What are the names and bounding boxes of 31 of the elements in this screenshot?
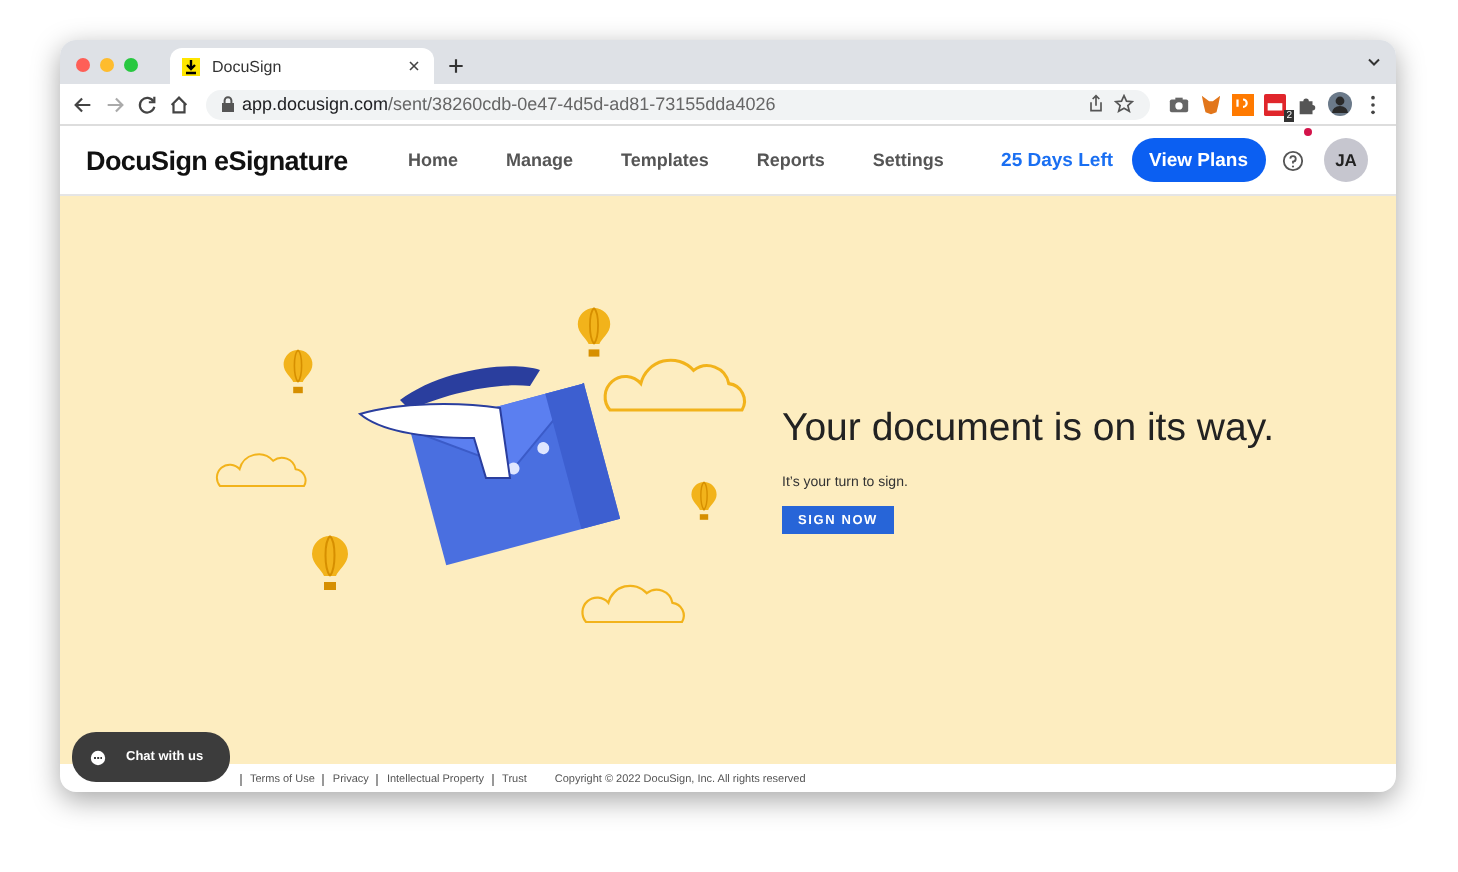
help-icon[interactable] — [1282, 149, 1304, 171]
tab-title: DocuSign — [212, 57, 284, 75]
puzzle-icon[interactable] — [1296, 93, 1318, 115]
address-bar[interactable]: app.docusign.com/sent/38260cdb-0e47-4d5d-ad81-73155dda4026 — [206, 89, 1150, 119]
profile-avatar[interactable] — [1328, 92, 1352, 116]
nav-link[interactable]: Manage — [506, 150, 574, 170]
lock-icon — [222, 96, 234, 112]
calendar-icon[interactable] — [1264, 93, 1286, 115]
hero-title: Your document is on its way. — [782, 406, 1275, 452]
app-logo[interactable]: DocuSign eSignature — [86, 145, 408, 175]
back-icon[interactable] — [72, 93, 94, 115]
extension-icon[interactable] — [1232, 93, 1254, 115]
share-icon[interactable] — [1086, 94, 1106, 114]
close-icon[interactable] — [406, 58, 422, 74]
nav-link[interactable]: Templates — [621, 150, 709, 170]
trial-link[interactable]: 25 Days Left — [1001, 149, 1114, 171]
view-plans-button[interactable]: View Plans — [1131, 138, 1266, 182]
user-avatar[interactable]: JA — [1324, 138, 1368, 182]
new-tab-icon[interactable] — [446, 56, 466, 76]
nav-link[interactable]: Home — [408, 150, 459, 170]
star-icon[interactable] — [1114, 94, 1134, 114]
home-icon[interactable] — [168, 93, 190, 115]
fox-icon[interactable] — [1200, 93, 1222, 115]
camera-icon[interactable] — [1168, 93, 1190, 115]
url-text: app.docusign.com/sent/38260cdb-0e47-4d5d-ad81-73155dda4026 — [242, 94, 778, 114]
nav-link[interactable]: Reports — [756, 150, 825, 170]
reload-icon[interactable] — [136, 93, 158, 115]
download-icon — [182, 57, 200, 75]
browser-tab[interactable]: DocuSign — [170, 48, 434, 84]
nav-link[interactable]: Settings — [872, 150, 944, 170]
chat-icon — [90, 749, 106, 765]
